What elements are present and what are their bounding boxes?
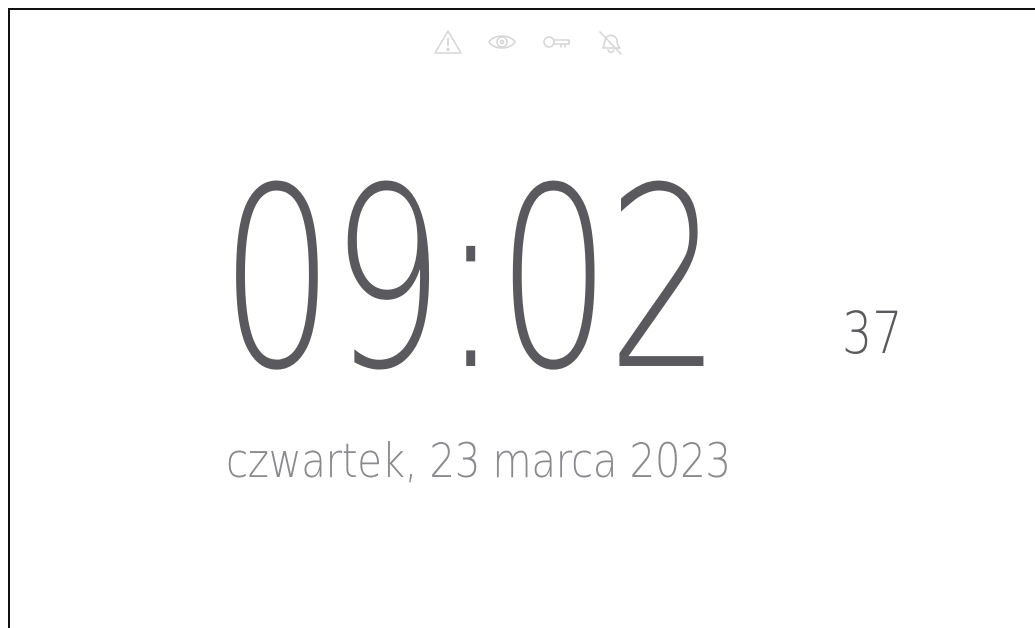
clock-seconds: 37	[842, 299, 903, 367]
clock-display: 09:02 37	[220, 134, 910, 425]
bell-off-icon	[594, 28, 626, 56]
key-icon	[540, 28, 572, 56]
clock-hours-minutes: 09:02	[220, 134, 721, 425]
status-icon-bar	[0, 28, 1035, 56]
date-label: czwartek, 23 marca 2023	[226, 434, 731, 489]
warning-icon	[432, 28, 464, 56]
eye-icon	[486, 28, 518, 56]
